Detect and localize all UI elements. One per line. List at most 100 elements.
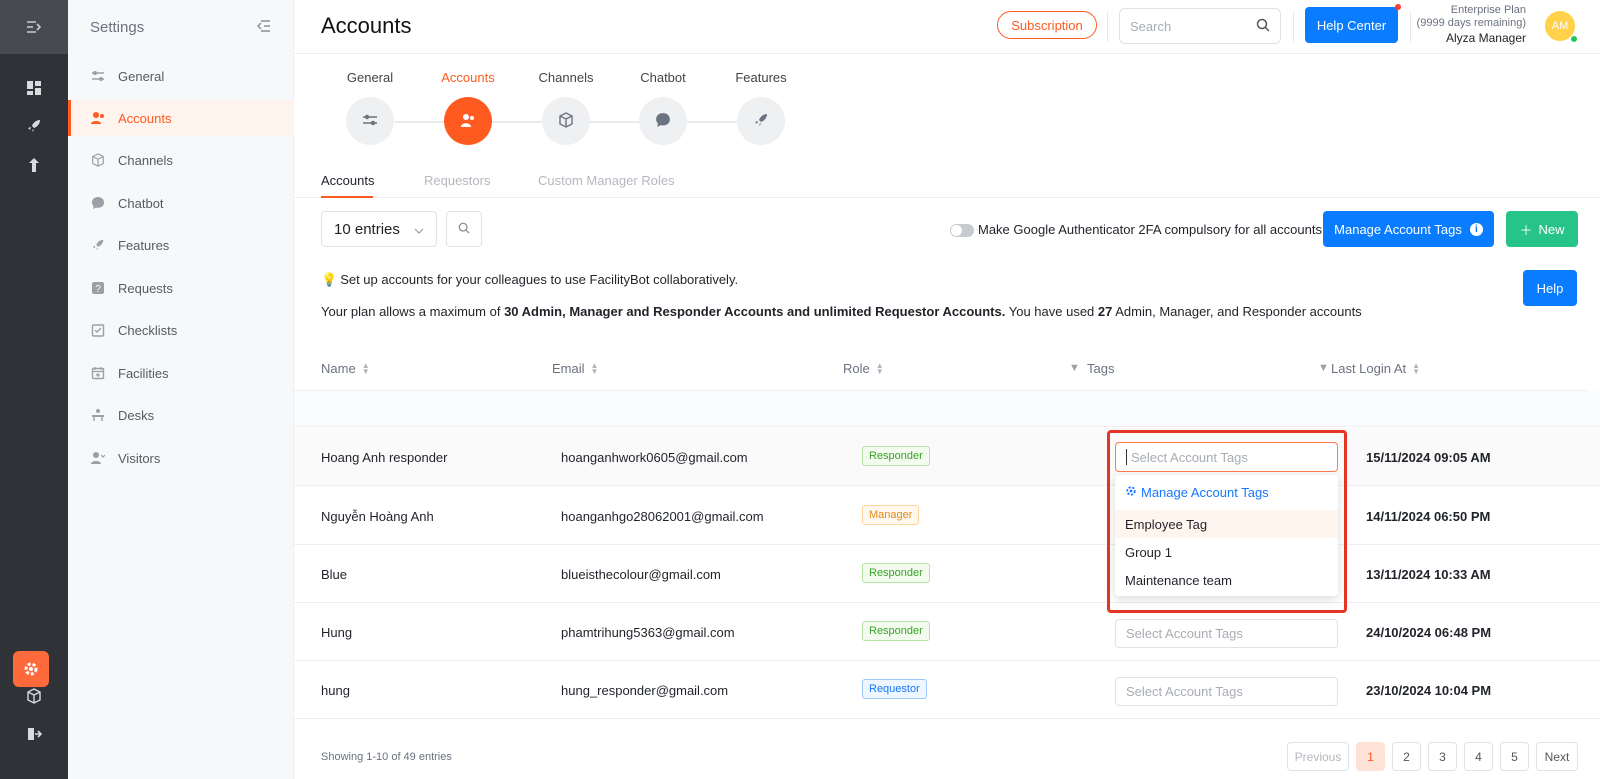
column-header-tags: Tags <box>1087 361 1114 376</box>
cell-name: Hoang Anh responder <box>321 450 448 465</box>
cell-name: hung <box>321 683 350 698</box>
dropdown-option[interactable]: Employee Tag <box>1115 510 1338 538</box>
column-header-email[interactable]: Email ▲ ▼ <box>552 361 598 376</box>
rocket-icon[interactable] <box>22 114 46 138</box>
column-header-name[interactable]: Name ▲ ▼ <box>321 361 370 376</box>
table-row[interactable]: Hung phamtrihung5363@gmail.com Responder… <box>294 603 1600 661</box>
divider <box>1107 12 1108 42</box>
settings-sidebar: Settings General Accounts Channels Chatb… <box>68 0 294 779</box>
help-button[interactable]: Help <box>1523 270 1577 306</box>
role-badge: Responder <box>862 621 930 641</box>
role-badge: Responder <box>862 446 930 466</box>
app-rail <box>0 0 68 779</box>
cell-email: phamtrihung5363@gmail.com <box>561 625 735 640</box>
table-row[interactable]: hung hung_responder@gmail.com Requestor … <box>294 661 1600 719</box>
sidebar-item-accounts[interactable]: Accounts <box>68 100 294 136</box>
sort-icon: ▲ ▼ <box>361 360 370 376</box>
plan-note-mid: You have used <box>1005 304 1098 319</box>
subscription-button[interactable]: Subscription <box>997 11 1097 39</box>
entries-select[interactable]: 10 entries <box>321 211 437 247</box>
dropdown-option[interactable]: Group 1 <box>1115 538 1338 566</box>
text-cursor <box>1126 449 1127 465</box>
step-general[interactable] <box>346 97 394 145</box>
sidebar-item-label: Checklists <box>118 322 178 338</box>
table-search-button[interactable] <box>446 211 482 247</box>
next-page-button[interactable]: Next <box>1536 742 1578 771</box>
account-tags-select[interactable]: Select Account Tags <box>1115 619 1338 648</box>
sidebar-item-facilities[interactable]: Facilities <box>68 355 294 391</box>
settings-gear-icon[interactable] <box>13 651 49 687</box>
column-label: Email <box>552 361 585 376</box>
cell-last-login: 24/10/2024 06:48 PM <box>1366 625 1492 640</box>
search-placeholder: Search <box>1130 18 1172 34</box>
role-badge: Responder <box>862 563 930 583</box>
help-center-button[interactable]: Help Center <box>1305 7 1398 43</box>
sidebar-item-chatbot[interactable]: Chatbot <box>68 185 294 221</box>
sidebar-item-checklists[interactable]: Checklists <box>68 312 294 348</box>
logout-icon[interactable] <box>22 722 46 746</box>
previous-page-button[interactable]: Previous <box>1287 742 1349 771</box>
sidebar-item-visitors[interactable]: Visitors <box>68 440 294 476</box>
dropdown-option[interactable]: Maintenance team <box>1115 566 1338 594</box>
cell-last-login: 15/11/2024 09:05 AM <box>1366 450 1491 465</box>
sliders-icon <box>362 113 378 130</box>
dropdown-manage-tags[interactable]: Manage Account Tags <box>1115 478 1338 506</box>
collapse-sidebar-icon[interactable] <box>257 19 271 36</box>
role-badge: Requestor <box>862 679 927 699</box>
search-input[interactable]: Search <box>1119 8 1281 44</box>
step-channels[interactable] <box>542 97 590 145</box>
account-tags-select-open[interactable]: Select Account Tags <box>1115 442 1338 472</box>
filter-icon[interactable]: ▼ <box>1069 362 1080 374</box>
cell-email: hoanganhwork0605@gmail.com <box>561 450 748 465</box>
sidebar-item-general[interactable]: General <box>68 58 294 94</box>
tab-requestors[interactable]: Requestors <box>424 173 490 188</box>
active-tab-indicator <box>321 196 373 198</box>
page-button[interactable]: 4 <box>1464 742 1493 771</box>
page-button[interactable]: 1 <box>1356 742 1385 771</box>
sidebar-item-requests[interactable]: ? Requests <box>68 270 294 306</box>
tags-dropdown: Manage Account Tags Employee Tag Group 1… <box>1115 475 1338 596</box>
column-label: Name <box>321 361 356 376</box>
expand-menu-icon[interactable] <box>0 0 68 54</box>
page-button[interactable]: 5 <box>1500 742 1529 771</box>
column-header-role[interactable]: Role ▲ ▼ <box>843 361 884 376</box>
tab-accounts[interactable]: Accounts <box>321 173 374 188</box>
sidebar-item-channels[interactable]: Channels <box>68 142 294 178</box>
account-tags-select[interactable]: Select Account Tags <box>1115 677 1338 706</box>
notification-dot <box>1395 4 1401 10</box>
search-icon[interactable] <box>1256 18 1270 35</box>
filter-icon[interactable]: ▼ <box>1318 362 1329 374</box>
new-account-button[interactable]: ＋ New <box>1506 211 1578 247</box>
table-spacer <box>294 391 1600 427</box>
step-accounts[interactable] <box>444 97 492 145</box>
table-row[interactable]: Hoang Anh responder hoanganhwork0605@gma… <box>294 428 1600 486</box>
table-row[interactable]: Blue blueisthecolour@gmail.com Responder… <box>294 545 1600 603</box>
plan-note-suffix: Admin, Manager, and Responder accounts <box>1112 304 1362 319</box>
column-label: Tags <box>1087 361 1115 376</box>
divider <box>1293 12 1294 42</box>
setup-note: 💡 Set up accounts for your colleagues to … <box>321 272 738 288</box>
rocket-icon <box>753 112 769 131</box>
column-header-last-login[interactable]: Last Login At ▲ ▼ <box>1331 361 1420 376</box>
analytics-icon[interactable] <box>22 153 46 177</box>
users-icon <box>460 112 476 131</box>
page-button[interactable]: 2 <box>1392 742 1421 771</box>
chat-icon <box>655 112 671 131</box>
cube-icon[interactable] <box>22 684 46 708</box>
showing-entries: Showing 1-10 of 49 entries <box>321 751 452 763</box>
plan-limit-note: Your plan allows a maximum of 30 Admin, … <box>321 304 1362 319</box>
step-chatbot[interactable] <box>639 97 687 145</box>
users-icon <box>90 110 106 126</box>
dashboard-icon[interactable] <box>22 76 46 100</box>
step-features[interactable] <box>737 97 785 145</box>
sidebar-item-label: Chatbot <box>118 195 164 211</box>
tab-custom-manager-roles[interactable]: Custom Manager Roles <box>538 173 675 188</box>
sidebar-item-features[interactable]: Features <box>68 227 294 263</box>
table-row[interactable]: Nguyễn Hoàng Anh hoanganhgo28062001@gmai… <box>294 487 1600 545</box>
manage-account-tags-button[interactable]: Manage Account Tags i <box>1323 211 1494 247</box>
cell-name: Blue <box>321 567 348 582</box>
twofa-toggle[interactable] <box>950 224 974 237</box>
page-button[interactable]: 3 <box>1428 742 1457 771</box>
svg-text:?: ? <box>95 284 101 295</box>
sidebar-item-desks[interactable]: Desks <box>68 397 294 433</box>
